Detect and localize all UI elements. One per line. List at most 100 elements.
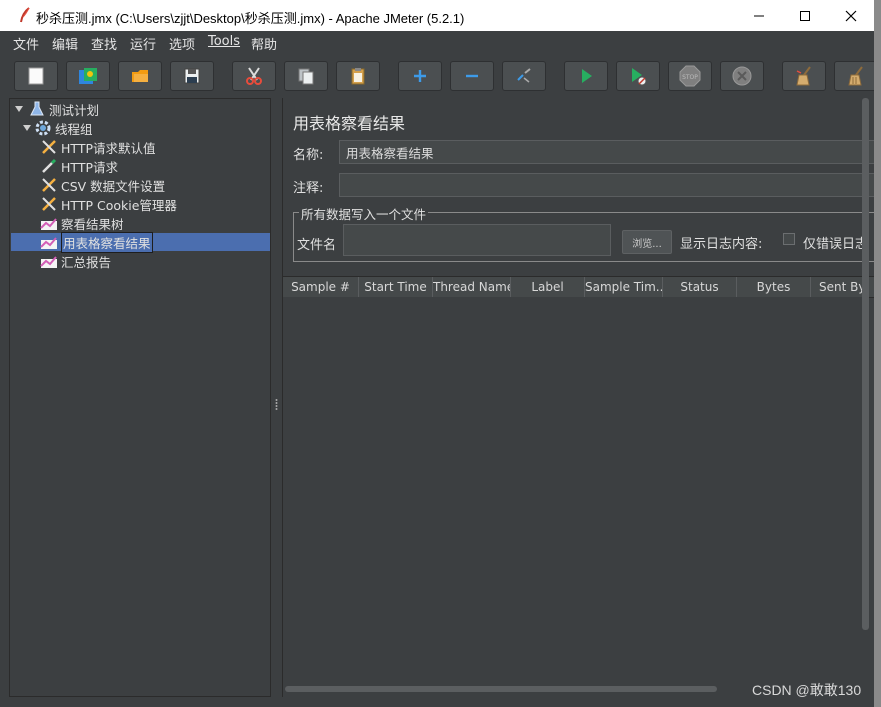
expanded-arrow-icon: [15, 106, 23, 112]
save-icon: [184, 68, 200, 84]
tree-node-label: CSV 数据文件设置: [61, 178, 166, 194]
column-header-start-time[interactable]: Start Time: [359, 277, 433, 297]
tree-node-label: 线程组: [55, 121, 93, 137]
menu-help[interactable]: 帮助: [251, 34, 277, 53]
wrench-icon: [42, 197, 56, 211]
comment-label: 注释:: [293, 181, 324, 196]
broom-all-icon: [848, 66, 863, 86]
menu-search[interactable]: 查找: [91, 34, 117, 53]
start-no-pauses-button[interactable]: [616, 61, 660, 91]
clear-all-button[interactable]: [834, 61, 874, 91]
expand-button[interactable]: [398, 61, 442, 91]
tree-node-summary-report[interactable]: 汇总报告: [40, 252, 111, 270]
column-header-label[interactable]: Label: [511, 277, 585, 297]
toggle-button[interactable]: [502, 61, 546, 91]
shutdown-button[interactable]: [720, 61, 764, 91]
errors-only-label: 仅错误日志: [803, 237, 869, 252]
new-button[interactable]: [14, 61, 58, 91]
results-table-header: Sample # Start Time Thread Name Label Sa…: [283, 276, 874, 298]
plus-icon: [414, 70, 426, 82]
filename-field[interactable]: [343, 224, 611, 256]
tree-node-cookie-manager[interactable]: HTTP Cookie管理器: [40, 195, 177, 213]
tree-node-label: HTTP请求默认值: [61, 140, 156, 156]
save-button[interactable]: [170, 61, 214, 91]
menu-bar: 文件 编辑 查找 运行 选项 Tools 帮助: [0, 31, 874, 53]
tree-node-label: 测试计划: [49, 102, 100, 118]
menu-options[interactable]: 选项: [169, 34, 195, 53]
jmeter-feather-icon: [20, 7, 30, 23]
cut-button[interactable]: [232, 61, 276, 91]
filename-label: 文件名: [297, 238, 337, 253]
menu-edit[interactable]: 编辑: [52, 34, 78, 53]
gear-icon: [35, 120, 51, 136]
results-table-body[interactable]: [283, 297, 863, 687]
maximize-icon: [800, 10, 810, 21]
column-header-status[interactable]: Status: [663, 277, 737, 297]
collapse-button[interactable]: [450, 61, 494, 91]
close-icon: [845, 10, 857, 21]
tree-node-test-plan[interactable]: 测试计划: [14, 100, 99, 118]
log-content-label: 显示日志内容:: [680, 237, 763, 252]
pipette-icon: [42, 158, 57, 173]
window-title: 秒杀压测.jmx (C:\Users\zjjt\Desktop\秒杀压测.jmx…: [36, 11, 465, 26]
split-pane-divider[interactable]: [272, 98, 282, 697]
copy-icon: [298, 68, 314, 85]
vertical-scrollbar-thumb[interactable]: [862, 98, 869, 630]
stop-button[interactable]: STOP: [668, 61, 712, 91]
minus-icon: [466, 74, 478, 78]
open-button[interactable]: [118, 61, 162, 91]
flask-icon: [30, 101, 44, 116]
chart-icon: [40, 218, 57, 230]
comment-field[interactable]: [339, 173, 874, 197]
tree-node-view-results-table[interactable]: 用表格察看结果: [40, 231, 153, 253]
clear-button[interactable]: [782, 61, 826, 91]
start-button[interactable]: [564, 61, 608, 91]
column-header-sample-time[interactable]: Sample Tim...: [585, 277, 663, 297]
write-to-file-group-title: 所有数据写入一个文件: [299, 204, 429, 223]
minimize-icon: [754, 15, 764, 16]
column-header-thread-name[interactable]: Thread Name: [433, 277, 511, 297]
menu-file[interactable]: 文件: [13, 34, 39, 53]
menu-tools[interactable]: Tools: [208, 34, 240, 49]
tree-node-view-results-tree[interactable]: 察看结果树: [40, 214, 124, 232]
tree-node-thread-group[interactable]: 线程组: [22, 119, 93, 137]
vertical-scrollbar[interactable]: [861, 98, 871, 633]
column-header-sample-number[interactable]: Sample #: [283, 277, 359, 297]
name-label: 名称:: [293, 148, 324, 163]
close-button[interactable]: [828, 0, 874, 31]
splitter-grip-icon: [275, 399, 278, 410]
title-bar[interactable]: 秒杀压测.jmx (C:\Users\zjjt\Desktop\秒杀压测.jmx…: [0, 0, 874, 31]
tree-node-label: HTTP请求: [61, 159, 118, 175]
jmeter-window: 秒杀压测.jmx (C:\Users\zjjt\Desktop\秒杀压测.jmx…: [0, 0, 874, 707]
maximize-button[interactable]: [782, 0, 828, 31]
play-no-timer-icon: [632, 68, 647, 86]
panel-title: 用表格察看结果: [293, 114, 406, 133]
play-icon: [582, 69, 592, 83]
horizontal-scrollbar[interactable]: [283, 684, 723, 693]
browse-button[interactable]: 浏览...: [622, 230, 672, 254]
errors-only-checkbox[interactable]: [783, 233, 795, 245]
copy-button[interactable]: [284, 61, 328, 91]
chart-icon: [40, 237, 57, 249]
horizontal-scrollbar-thumb[interactable]: [285, 686, 717, 692]
scissors-icon: [246, 67, 262, 85]
paste-button[interactable]: [336, 61, 380, 91]
name-field[interactable]: [339, 140, 874, 164]
listener-panel: 用表格察看结果 名称: 注释: 所有数据写入一个文件 文件名 浏览... 显示日…: [282, 98, 874, 697]
menu-run[interactable]: 运行: [130, 34, 156, 53]
tree-node-label: 用表格察看结果: [61, 231, 153, 253]
toolbar: STOP: [0, 55, 874, 97]
column-header-bytes[interactable]: Bytes: [737, 277, 811, 297]
templates-icon: [79, 68, 97, 84]
tree-node-http-defaults[interactable]: HTTP请求默认值: [40, 138, 156, 156]
minimize-button[interactable]: [736, 0, 782, 31]
tree-node-csv-config[interactable]: CSV 数据文件设置: [40, 176, 165, 194]
test-plan-tree: 测试计划 线程组 HTTP请求默认值 HTTP请求 CSV 数据文件设置 HTT…: [9, 98, 271, 697]
chart-icon: [40, 256, 57, 268]
tree-node-http-request[interactable]: HTTP请求: [40, 157, 118, 175]
new-file-icon: [28, 67, 44, 85]
svg-text:STOP: STOP: [682, 74, 698, 81]
templates-button[interactable]: [66, 61, 110, 91]
wrench-icon: [42, 178, 56, 192]
wrench-icon: [42, 140, 56, 154]
